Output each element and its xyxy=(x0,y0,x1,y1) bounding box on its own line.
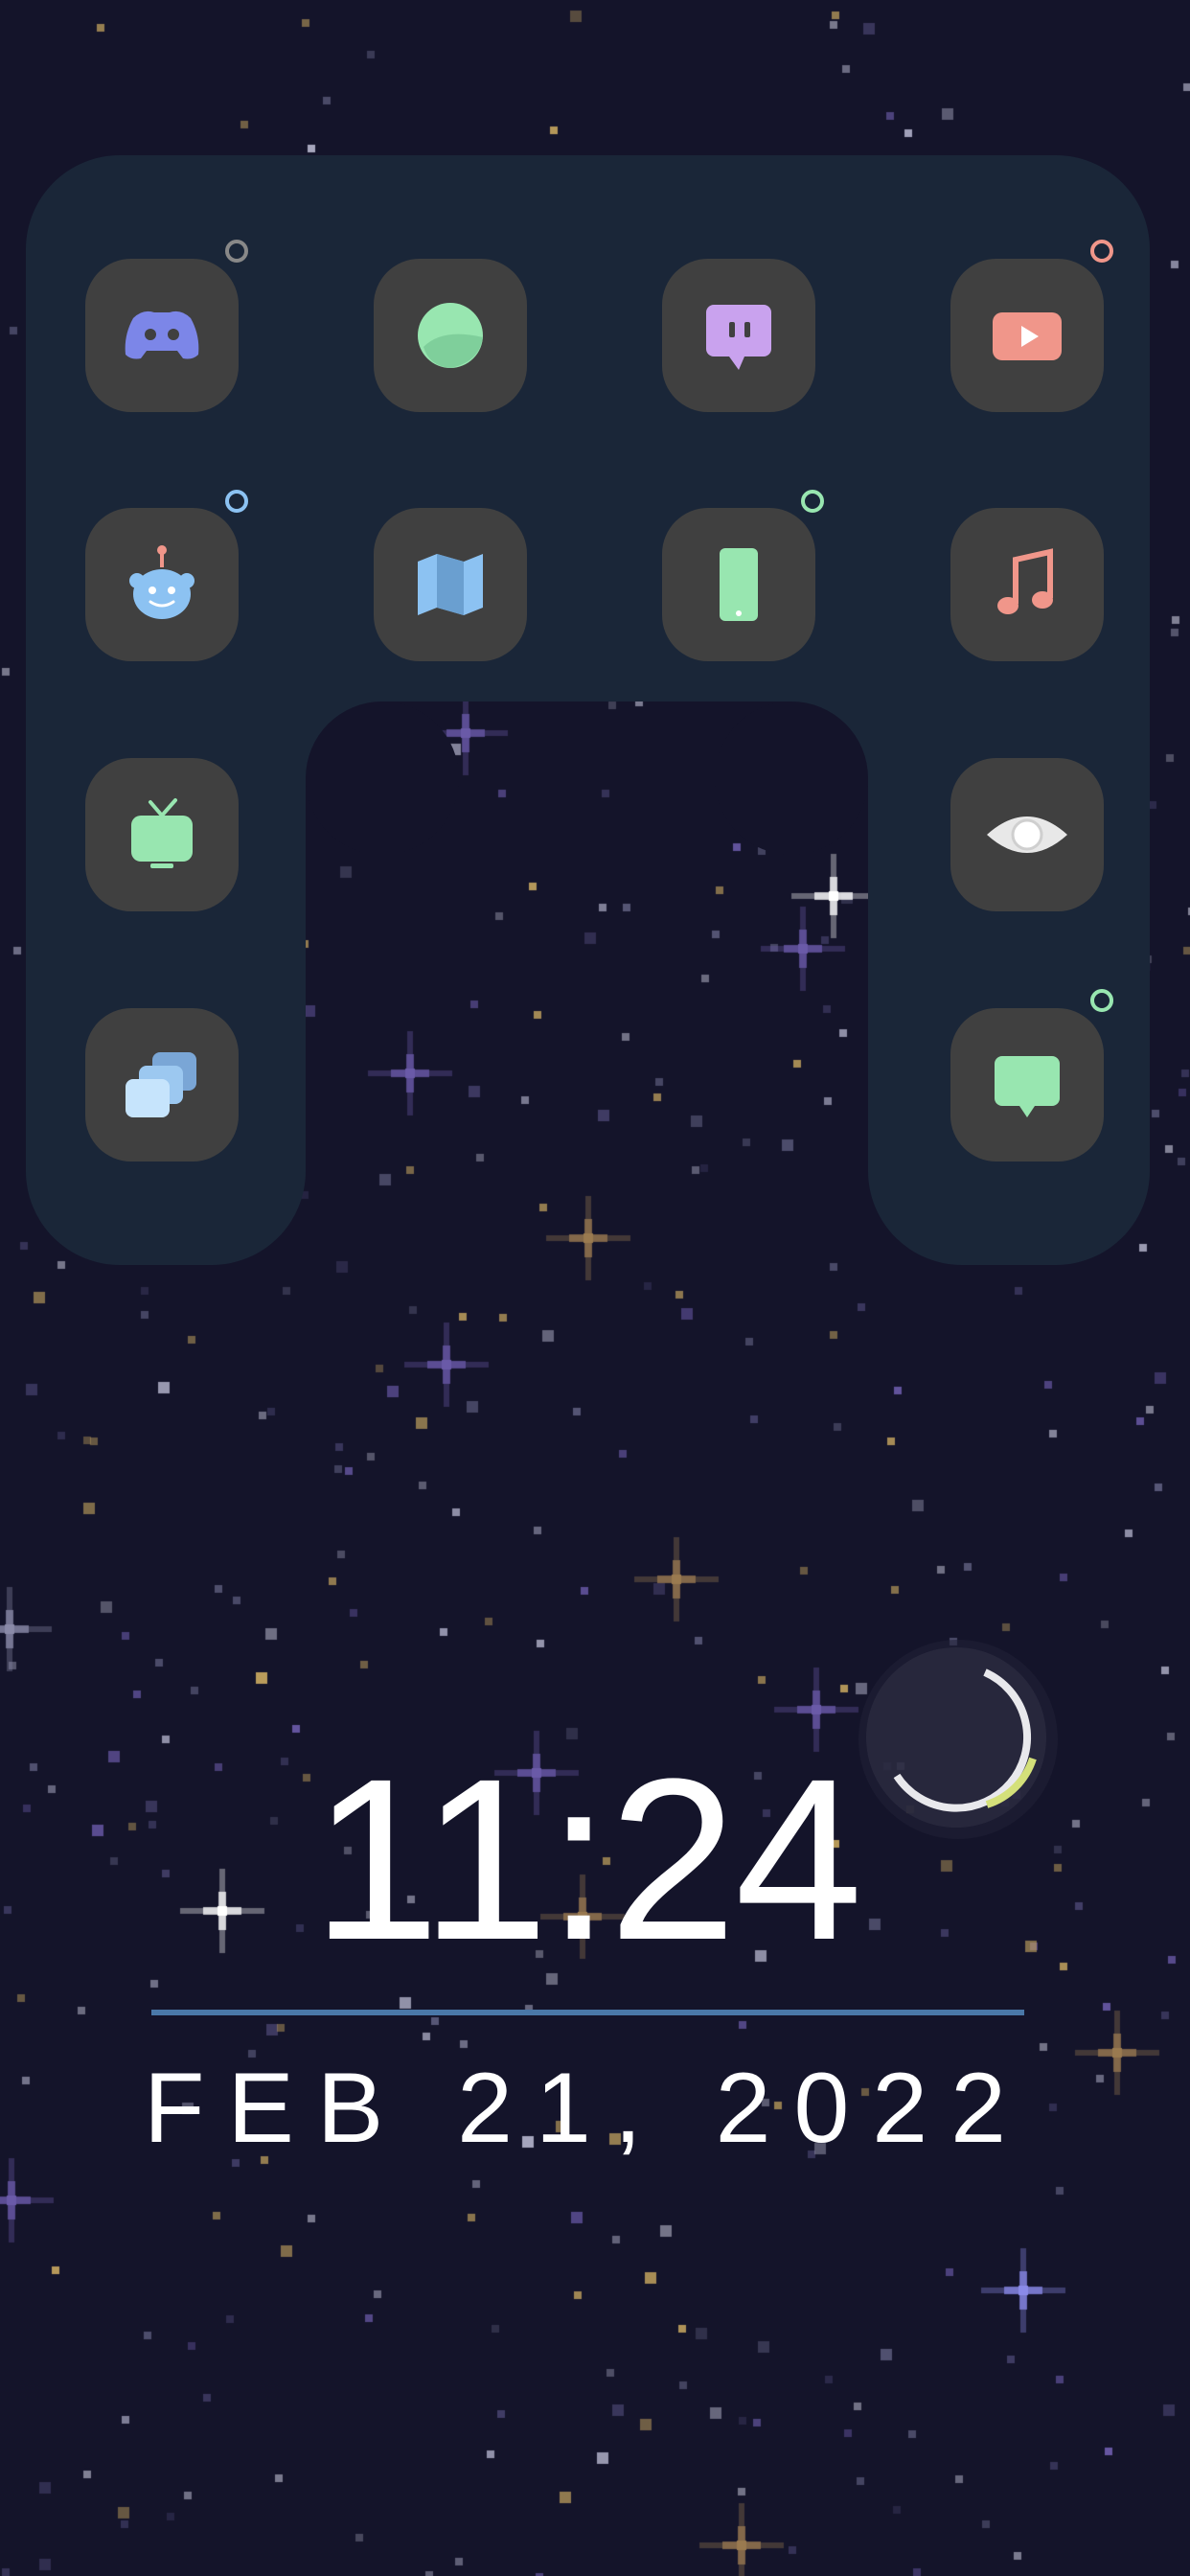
app-discord[interactable] xyxy=(85,259,239,412)
app-music[interactable] xyxy=(950,508,1104,661)
app-reddit[interactable] xyxy=(85,508,239,661)
map-icon xyxy=(418,554,483,615)
panel-corner-cut-left xyxy=(306,702,459,855)
notification-dot xyxy=(1090,240,1113,263)
phone-icon xyxy=(720,548,758,621)
clock-date[interactable]: FEB 21, 2022 xyxy=(0,2058,1173,2158)
notification-dot xyxy=(225,490,248,513)
app-gallery[interactable] xyxy=(85,1008,239,1162)
robot-icon xyxy=(129,545,195,619)
app-phone[interactable] xyxy=(662,508,815,661)
clock-time[interactable]: 11:24 xyxy=(0,1744,1173,1974)
app-maps[interactable] xyxy=(374,508,527,661)
app-bubble[interactable] xyxy=(374,259,527,412)
app-messages[interactable] xyxy=(950,1008,1104,1162)
message-icon xyxy=(995,1056,1060,1117)
notification-dot xyxy=(801,490,824,513)
play-icon xyxy=(993,312,1062,360)
notification-dot xyxy=(1090,989,1113,1012)
eye-icon xyxy=(987,816,1067,853)
circle-icon xyxy=(418,303,483,368)
notification-dot xyxy=(225,240,248,263)
chat-bubble-icon xyxy=(706,305,771,370)
tv-icon xyxy=(131,798,193,868)
gamepad-icon xyxy=(125,310,199,359)
music-note-icon xyxy=(997,548,1053,614)
clock-divider xyxy=(151,2010,1024,2015)
app-youtube[interactable] xyxy=(950,259,1104,412)
app-twitch[interactable] xyxy=(662,259,815,412)
app-tv[interactable] xyxy=(85,758,239,911)
home-screen: 11:24 FEB 21, 2022 xyxy=(0,0,1190,2576)
panel-corner-cut-right xyxy=(715,702,868,855)
app-watch[interactable] xyxy=(950,758,1104,911)
stack-icon xyxy=(126,1052,196,1117)
